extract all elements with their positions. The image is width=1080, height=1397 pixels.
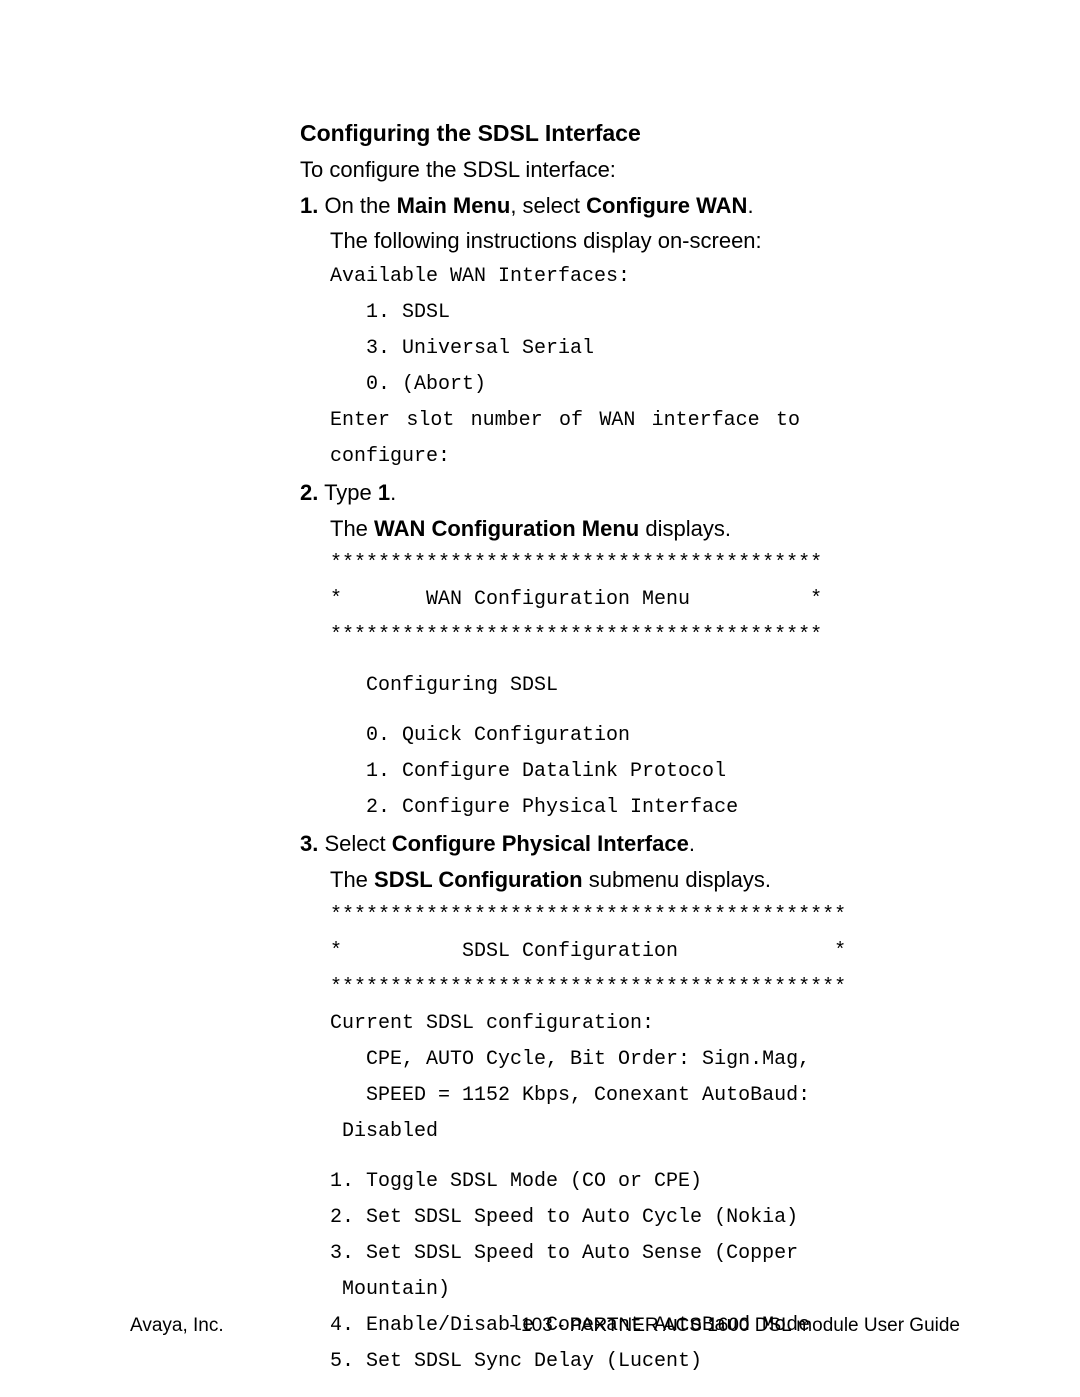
step-body-text: displays. <box>639 516 731 541</box>
code-line: 5. Set SDSL Sync Delay (Lucent) <box>330 1347 960 1377</box>
step-bold: 1 <box>378 480 390 505</box>
step-text: . <box>689 831 695 856</box>
code-line: 2. Configure Physical Interface <box>330 793 960 823</box>
step-1: 1. On the Main Menu, select Configure WA… <box>300 191 960 221</box>
code-line: Mountain) <box>330 1275 960 1305</box>
step-text: Select <box>318 831 391 856</box>
step-body-bold: SDSL Configuration <box>374 867 583 892</box>
code-line: 3. Universal Serial <box>330 334 960 364</box>
step-body-text: The <box>330 867 374 892</box>
step-body-text: The <box>330 516 374 541</box>
code-line: Configuring SDSL <box>330 671 960 701</box>
code-line: Current SDSL configuration: <box>330 1009 960 1039</box>
step-bold: Configure Physical Interface <box>392 831 689 856</box>
code-line: 2. Set SDSL Speed to Auto Cycle (Nokia) <box>330 1203 960 1233</box>
code-line: Available WAN Interfaces: <box>330 262 960 292</box>
intro-text: To configure the SDSL interface: <box>300 155 960 185</box>
code-line: 0. (Abort) <box>330 370 960 400</box>
step-number: 2. <box>300 480 318 505</box>
step-text: . <box>747 193 753 218</box>
code-line: Enter slot number of WAN interface to <box>330 406 800 436</box>
code-line: ****************************************… <box>330 621 960 651</box>
code-line: ****************************************… <box>330 901 960 931</box>
step-text: On the <box>318 193 396 218</box>
code-line: SPEED = 1152 Kbps, Conexant AutoBaud: <box>330 1081 960 1111</box>
step-text: . <box>390 480 396 505</box>
step-bold: Main Menu <box>397 193 511 218</box>
step-2: 2. Type 1. <box>300 478 960 508</box>
code-line: Disabled <box>330 1117 960 1147</box>
footer-right: - 103 - PARTNER ACS 1600 DSL module User… <box>509 1315 960 1337</box>
code-line: * SDSL Configuration * <box>330 937 960 967</box>
step-number: 1. <box>300 193 318 218</box>
step-body-text: submenu displays. <box>583 867 771 892</box>
step-body-bold: WAN Configuration Menu <box>374 516 639 541</box>
code-line: ****************************************… <box>330 549 960 579</box>
step-2-body: The WAN Configuration Menu displays. <box>330 514 960 544</box>
code-line: ****************************************… <box>330 973 960 1003</box>
code-line: 3. Set SDSL Speed to Auto Sense (Copper <box>330 1239 960 1269</box>
step-3-body: The SDSL Configuration submenu displays. <box>330 865 960 895</box>
code-line: 1. Toggle SDSL Mode (CO or CPE) <box>330 1167 960 1197</box>
code-line: 1. SDSL <box>330 298 960 328</box>
step-number: 3. <box>300 831 318 856</box>
step-bold: Configure WAN <box>586 193 747 218</box>
page-footer: Avaya, Inc. - 103 - PARTNER ACS 1600 DSL… <box>130 1315 960 1337</box>
code-line: CPE, AUTO Cycle, Bit Order: Sign.Mag, <box>330 1045 960 1075</box>
code-line: 0. Quick Configuration <box>330 721 960 751</box>
document-page: Configuring the SDSL Interface To config… <box>0 0 1080 1397</box>
step-text: Type <box>318 480 378 505</box>
code-line: configure: <box>330 442 960 472</box>
footer-left: Avaya, Inc. <box>130 1315 224 1337</box>
section-heading: Configuring the SDSL Interface <box>300 120 960 147</box>
step-3: 3. Select Configure Physical Interface. <box>300 829 960 859</box>
code-line: * WAN Configuration Menu * <box>330 585 960 615</box>
code-line: 1. Configure Datalink Protocol <box>330 757 960 787</box>
step-text: , select <box>510 193 586 218</box>
step-1-body: The following instructions display on-sc… <box>330 226 960 256</box>
